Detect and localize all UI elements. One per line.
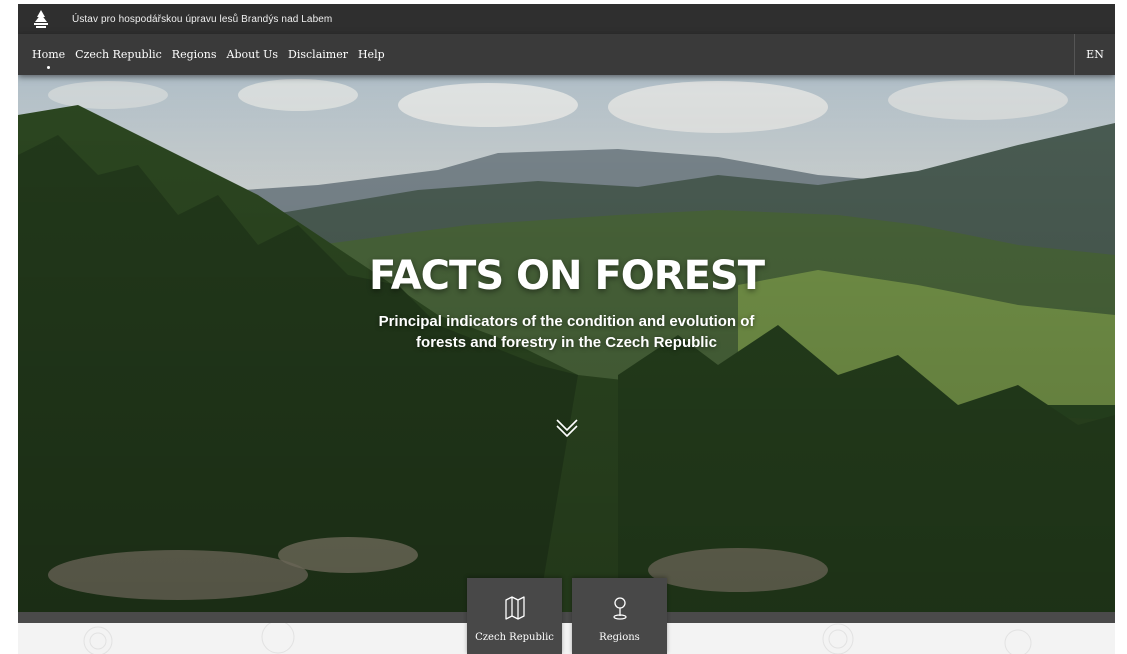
nav-item-help[interactable]: Help xyxy=(358,44,385,65)
institute-logo-icon[interactable] xyxy=(31,8,51,30)
hero-subtitle: Principal indicators of the condition an… xyxy=(378,313,755,351)
nav-item-home[interactable]: Home xyxy=(32,44,65,69)
nav-item-regions[interactable]: Regions xyxy=(172,44,217,65)
organization-name: Ústav pro hospodářskou úpravu lesů Brand… xyxy=(72,13,333,25)
top-bar: Ústav pro hospodářskou úpravu lesů Brand… xyxy=(18,4,1115,34)
location-pin-icon xyxy=(609,595,631,621)
section-divider xyxy=(18,612,1115,623)
hero-title: FACTS ON FOREST xyxy=(368,253,765,299)
main-navigation: Home Czech Republic Regions About Us Dis… xyxy=(18,34,1115,75)
page-frame: Ústav pro hospodářskou úpravu lesů Brand… xyxy=(18,4,1115,654)
nav-item-disclaimer[interactable]: Disclaimer xyxy=(288,44,348,65)
decorative-pattern-background xyxy=(18,620,1115,654)
hero-banner: FACTS ON FOREST Principal indicators of … xyxy=(18,75,1115,612)
czech-republic-tile[interactable]: Czech Republic xyxy=(467,578,562,654)
double-chevron-down-icon[interactable] xyxy=(554,415,580,441)
map-icon xyxy=(504,595,526,621)
tile-label-regions: Regions xyxy=(599,632,640,643)
regions-tile[interactable]: Regions xyxy=(572,578,667,654)
nav-item-about-us[interactable]: About Us xyxy=(227,44,279,65)
tile-label-czech-republic: Czech Republic xyxy=(475,632,554,643)
nav-item-czech-republic[interactable]: Czech Republic xyxy=(75,44,162,65)
language-switch[interactable]: EN xyxy=(1074,34,1115,75)
